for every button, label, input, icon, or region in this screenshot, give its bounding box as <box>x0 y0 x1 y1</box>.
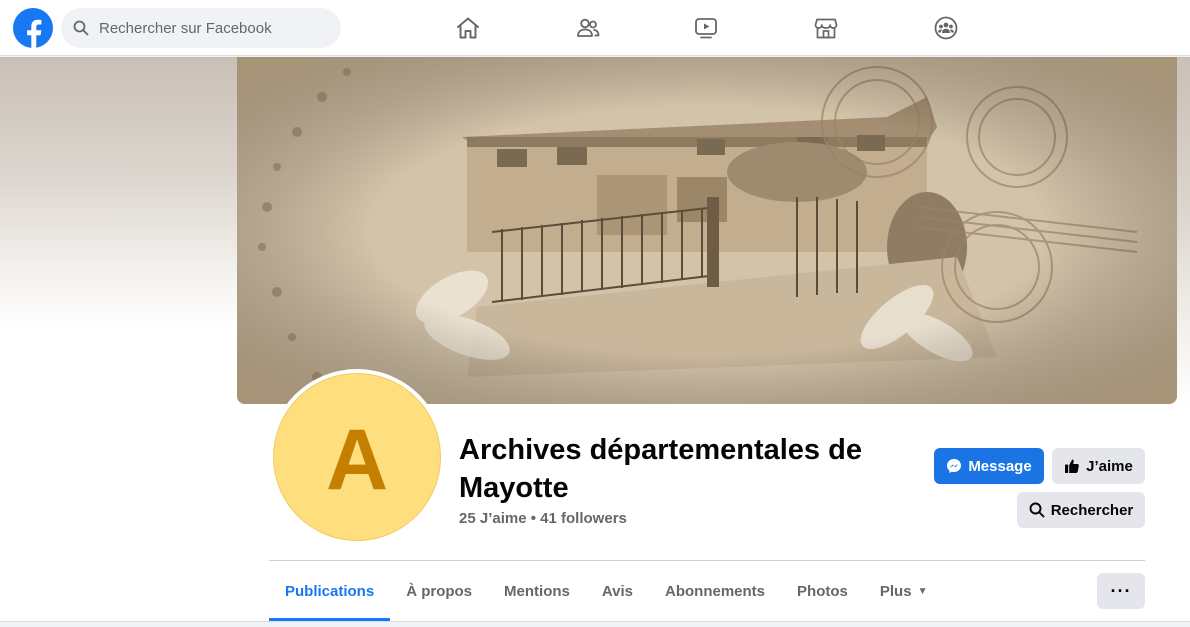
page-tabs: Publications À propos Mentions Avis Abon… <box>269 561 943 621</box>
search-box[interactable] <box>61 8 341 48</box>
followers-count[interactable]: 41 followers <box>540 510 627 527</box>
caret-down-icon: ▼ <box>917 585 928 597</box>
tab-avis[interactable]: Avis <box>586 561 649 621</box>
likes-count[interactable]: 25 J’aime <box>459 510 527 527</box>
cover-illustration <box>237 57 1177 404</box>
tab-photos[interactable]: Photos <box>781 561 864 621</box>
tab-label: Mentions <box>504 582 570 600</box>
tab-label: À propos <box>406 582 473 600</box>
tab-plus[interactable]: Plus ▼ <box>864 561 944 621</box>
nav-home[interactable] <box>452 12 484 44</box>
cover-background-fade <box>0 57 237 327</box>
feed-background <box>0 621 1190 627</box>
search-icon <box>1029 502 1045 518</box>
like-button-label: J’aime <box>1086 457 1133 475</box>
nav-marketplace[interactable] <box>810 12 842 44</box>
nav-watch[interactable] <box>690 12 722 44</box>
profile-avatar-letter: A <box>325 412 389 508</box>
stats-separator: • <box>530 510 536 527</box>
thumbs-up-icon <box>1065 459 1079 473</box>
friends-icon <box>577 18 600 37</box>
cover-photo[interactable] <box>237 57 1177 404</box>
message-button-label: Message <box>968 457 1032 475</box>
tab-label: Abonnements <box>665 582 766 600</box>
search-input[interactable] <box>99 19 329 37</box>
nav-friends[interactable] <box>572 12 604 44</box>
page-title: Archives départementales de Mayotte <box>459 434 862 504</box>
groups-icon <box>934 16 958 40</box>
more-options-icon: ··· <box>1110 580 1132 601</box>
tab-a-propos[interactable]: À propos <box>390 561 488 621</box>
like-page-button[interactable]: J’aime <box>1052 448 1145 484</box>
profile-picture[interactable]: A <box>273 373 441 541</box>
tab-label: Avis <box>601 582 634 600</box>
top-navigation-bar <box>0 0 1190 56</box>
message-button[interactable]: Message <box>934 448 1044 484</box>
tab-label: Publications <box>285 582 375 600</box>
search-icon <box>73 20 89 36</box>
search-button-label: Rechercher <box>1050 501 1134 519</box>
marketplace-icon <box>814 18 838 39</box>
tab-publications[interactable]: Publications <box>269 561 391 621</box>
cover-background-fade-right <box>1177 57 1190 407</box>
home-icon <box>457 17 479 39</box>
more-options-button[interactable]: ··· <box>1097 573 1145 609</box>
search-page-button[interactable]: Rechercher <box>1017 492 1145 528</box>
page-stats: 25 J’aime • 41 followers <box>459 510 627 527</box>
tab-label: Photos <box>797 582 848 600</box>
facebook-logo-icon[interactable] <box>13 8 53 48</box>
messenger-icon <box>947 459 962 473</box>
watch-icon <box>695 18 717 39</box>
tab-label: Plus <box>879 582 912 600</box>
tab-mentions[interactable]: Mentions <box>488 561 586 621</box>
tab-abonnements[interactable]: Abonnements <box>649 561 781 621</box>
nav-groups[interactable] <box>930 12 962 44</box>
